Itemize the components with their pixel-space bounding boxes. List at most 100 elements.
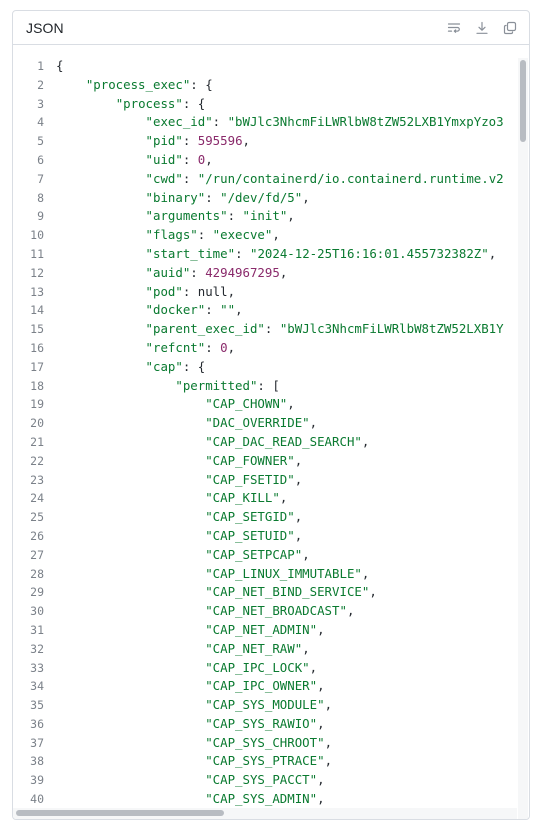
code-line: 21 "CAP_DAC_READ_SEARCH", xyxy=(13,433,515,452)
json-key: "pid" xyxy=(145,133,183,149)
line-content: "CAP_SETUID", xyxy=(44,527,302,546)
code-line: 3 "process": { xyxy=(13,95,515,114)
line-content: "pid": 595596, xyxy=(44,132,250,151)
json-punctuation: , xyxy=(302,546,310,562)
wrap-lines-button[interactable] xyxy=(447,21,461,35)
json-string: "execve" xyxy=(212,227,273,243)
json-string: "/dev/fd/5" xyxy=(220,189,303,205)
code-line: 14 "docker": "", xyxy=(13,301,515,320)
json-string: "CAP_IPC_OWNER" xyxy=(205,678,318,694)
json-punctuation: , xyxy=(317,678,325,694)
json-number: 4294967295 xyxy=(205,264,280,280)
json-viewer-panel: JSON 1 {2 "process_exec": {3 "process"… xyxy=(12,10,530,820)
download-icon xyxy=(476,21,488,34)
json-string: "CAP_FSETID" xyxy=(205,471,295,487)
json-punctuation: , xyxy=(287,396,295,412)
json-key: "start_time" xyxy=(145,245,236,261)
json-punctuation: , xyxy=(279,264,288,280)
line-number: 30 xyxy=(30,604,44,619)
code-line: 35 "CAP_SYS_MODULE", xyxy=(13,696,515,715)
line-content: "process_exec": { xyxy=(44,76,213,95)
json-string: "CAP_DAC_READ_SEARCH" xyxy=(205,433,362,449)
json-string: "bWJlc3NhcmFiLWRlbW8tZW52LXB1Y xyxy=(279,321,504,337)
line-content: "CAP_SYS_PACCT", xyxy=(44,771,324,790)
line-content: "uid": 0, xyxy=(44,151,213,170)
line-number: 17 xyxy=(30,359,44,374)
code-line: 30 "CAP_NET_BROADCAST", xyxy=(13,602,515,621)
json-string: "2024-12-25T16:16:01.455732382Z" xyxy=(249,245,489,261)
line-content: "CAP_LINUX_IMMUTABLE", xyxy=(44,565,369,584)
line-number: 29 xyxy=(30,585,44,600)
vertical-scrollbar[interactable] xyxy=(518,58,528,819)
json-key: "process" xyxy=(115,95,183,111)
line-number: 24 xyxy=(30,491,44,506)
line-number: 4 xyxy=(37,115,44,130)
line-number: 14 xyxy=(30,303,44,318)
json-punctuation: , xyxy=(294,452,303,468)
line-content: "permitted": [ xyxy=(44,377,279,396)
json-punctuation: , xyxy=(294,527,303,543)
code-line: 39 "CAP_SYS_PACCT", xyxy=(13,771,515,790)
download-button[interactable] xyxy=(475,21,489,35)
json-punctuation: : { xyxy=(190,76,213,92)
json-string: "CAP_SYS_PACCT" xyxy=(205,772,318,788)
code-line: 31 "CAP_NET_ADMIN", xyxy=(13,621,515,640)
line-number: 39 xyxy=(30,773,44,788)
line-content: "CAP_SYS_MODULE", xyxy=(44,696,332,715)
line-content: "pod": null, xyxy=(44,283,236,302)
json-string: "CAP_NET_RAW" xyxy=(205,640,303,656)
line-content: "CAP_SETPCAP", xyxy=(44,546,310,565)
json-punctuation: : xyxy=(190,264,206,280)
vertical-scrollbar-thumb[interactable] xyxy=(520,60,526,142)
horizontal-scrollbar[interactable] xyxy=(13,808,517,819)
code-line: 5 "pid": 595596, xyxy=(13,132,515,151)
code-line: 10 "flags": "execve", xyxy=(13,226,515,245)
json-number: 595596 xyxy=(197,133,243,149)
json-punctuation: , xyxy=(309,415,318,431)
line-number: 3 xyxy=(37,96,44,111)
json-punctuation: , xyxy=(302,189,310,205)
json-punctuation: , xyxy=(317,621,325,637)
json-punctuation: , xyxy=(369,584,377,600)
horizontal-scrollbar-thumb[interactable] xyxy=(16,810,224,816)
json-key: "uid" xyxy=(145,151,183,167)
panel-title: JSON xyxy=(26,19,64,36)
json-punctuation: , xyxy=(279,490,288,506)
code-lines: 1{2 "process_exec": {3 "process": {4 "ex… xyxy=(13,57,515,809)
code-line: 16 "refcnt": 0, xyxy=(13,339,515,358)
line-number: 18 xyxy=(30,378,44,393)
code-line: 40 "CAP_SYS_ADMIN", xyxy=(13,790,515,809)
json-string: "" xyxy=(220,302,236,318)
line-number: 19 xyxy=(30,397,44,412)
line-content: "CAP_IPC_LOCK", xyxy=(44,659,317,678)
json-key: "cwd" xyxy=(145,170,183,186)
code-line: 24 "CAP_KILL", xyxy=(13,489,515,508)
copy-button[interactable] xyxy=(503,21,517,35)
json-key: "flags" xyxy=(145,227,198,243)
json-string: "CAP_SETUID" xyxy=(205,527,295,543)
json-punctuation: , xyxy=(302,640,310,656)
line-content: "CAP_SYS_CHROOT", xyxy=(44,734,332,753)
json-key: "exec_id" xyxy=(145,114,213,130)
line-number: 1 xyxy=(37,59,44,73)
copy-icon xyxy=(503,21,517,34)
line-content: "CAP_NET_BROADCAST", xyxy=(44,602,354,621)
json-punctuation: , xyxy=(227,339,236,355)
line-content: "flags": "execve", xyxy=(44,226,280,245)
line-content: "CAP_KILL", xyxy=(44,489,287,508)
json-punctuation: , xyxy=(361,433,370,449)
line-number: 40 xyxy=(30,792,44,807)
json-punctuation: , xyxy=(294,471,303,487)
json-string: "CAP_SYS_PTRACE" xyxy=(205,753,325,769)
json-key: "process_exec" xyxy=(85,76,191,92)
line-number: 26 xyxy=(30,528,44,543)
json-punctuation: : xyxy=(182,151,198,167)
code-line: 27 "CAP_SETPCAP", xyxy=(13,546,515,565)
json-key: "arguments" xyxy=(145,208,228,224)
line-content: "CAP_FOWNER", xyxy=(44,452,302,471)
json-string: "CAP_LINUX_IMMUTABLE" xyxy=(205,565,362,581)
line-content: { xyxy=(44,57,63,76)
json-punctuation: , xyxy=(294,509,303,525)
code-area[interactable]: 1{2 "process_exec": {3 "process": {4 "ex… xyxy=(13,46,529,819)
line-content: "CAP_NET_RAW", xyxy=(44,640,310,659)
